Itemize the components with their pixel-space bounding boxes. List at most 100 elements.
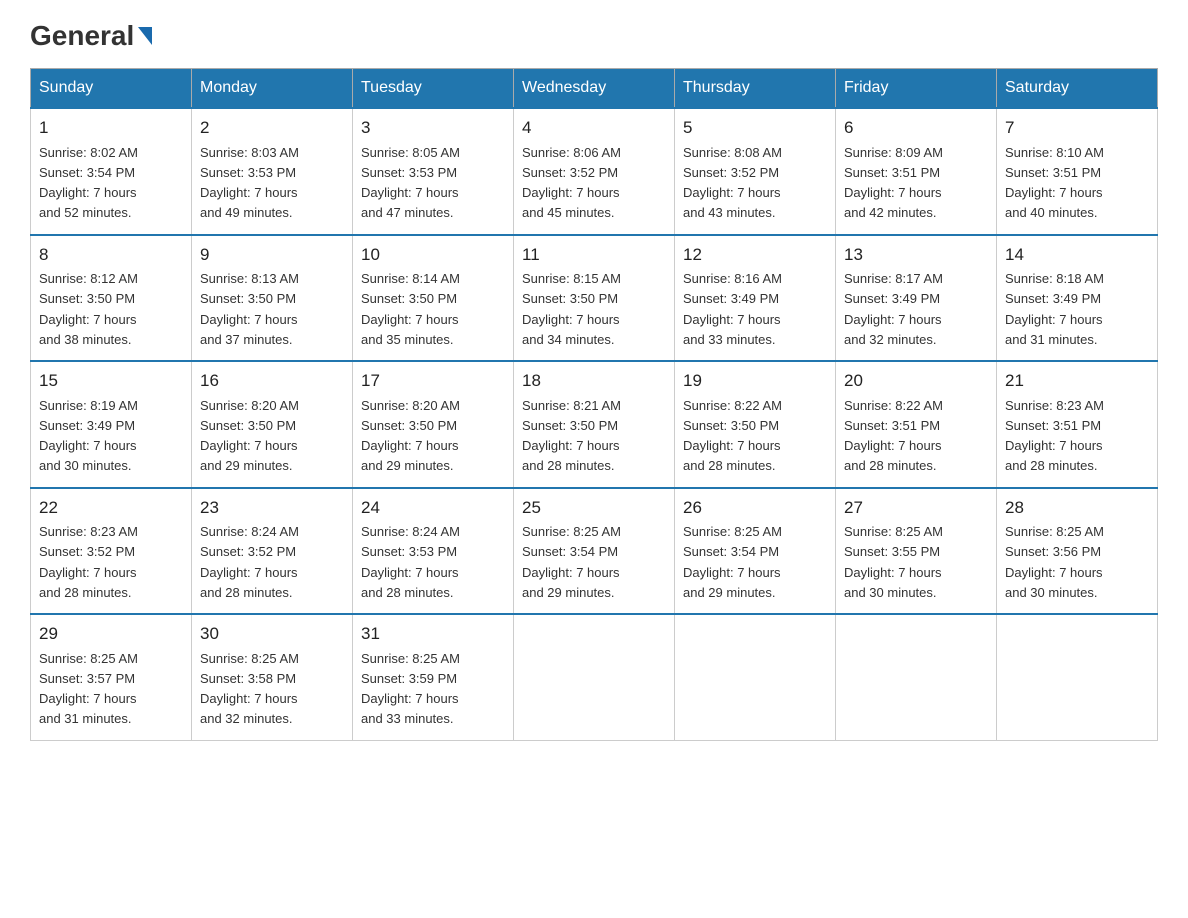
day-number: 13 — [844, 242, 988, 268]
day-info: Sunrise: 8:23 AMSunset: 3:51 PMDaylight:… — [1005, 398, 1104, 474]
day-info: Sunrise: 8:14 AMSunset: 3:50 PMDaylight:… — [361, 271, 460, 347]
calendar-cell — [514, 614, 675, 740]
day-number: 19 — [683, 368, 827, 394]
col-header-thursday: Thursday — [675, 69, 836, 109]
col-header-tuesday: Tuesday — [353, 69, 514, 109]
calendar-cell: 15 Sunrise: 8:19 AMSunset: 3:49 PMDaylig… — [31, 361, 192, 488]
col-header-saturday: Saturday — [997, 69, 1158, 109]
day-info: Sunrise: 8:25 AMSunset: 3:57 PMDaylight:… — [39, 651, 138, 727]
day-number: 22 — [39, 495, 183, 521]
calendar-cell: 3 Sunrise: 8:05 AMSunset: 3:53 PMDayligh… — [353, 108, 514, 235]
calendar-week-row: 8 Sunrise: 8:12 AMSunset: 3:50 PMDayligh… — [31, 235, 1158, 362]
calendar-cell: 6 Sunrise: 8:09 AMSunset: 3:51 PMDayligh… — [836, 108, 997, 235]
calendar-cell: 12 Sunrise: 8:16 AMSunset: 3:49 PMDaylig… — [675, 235, 836, 362]
col-header-sunday: Sunday — [31, 69, 192, 109]
day-number: 1 — [39, 115, 183, 141]
calendar-cell: 22 Sunrise: 8:23 AMSunset: 3:52 PMDaylig… — [31, 488, 192, 615]
day-number: 5 — [683, 115, 827, 141]
day-info: Sunrise: 8:25 AMSunset: 3:54 PMDaylight:… — [522, 524, 621, 600]
day-number: 25 — [522, 495, 666, 521]
calendar-cell — [675, 614, 836, 740]
day-number: 14 — [1005, 242, 1149, 268]
day-info: Sunrise: 8:24 AMSunset: 3:52 PMDaylight:… — [200, 524, 299, 600]
day-info: Sunrise: 8:15 AMSunset: 3:50 PMDaylight:… — [522, 271, 621, 347]
day-number: 31 — [361, 621, 505, 647]
day-info: Sunrise: 8:08 AMSunset: 3:52 PMDaylight:… — [683, 145, 782, 221]
day-info: Sunrise: 8:10 AMSunset: 3:51 PMDaylight:… — [1005, 145, 1104, 221]
calendar-cell: 19 Sunrise: 8:22 AMSunset: 3:50 PMDaylig… — [675, 361, 836, 488]
day-info: Sunrise: 8:20 AMSunset: 3:50 PMDaylight:… — [200, 398, 299, 474]
day-number: 6 — [844, 115, 988, 141]
calendar-cell: 29 Sunrise: 8:25 AMSunset: 3:57 PMDaylig… — [31, 614, 192, 740]
day-number: 26 — [683, 495, 827, 521]
day-info: Sunrise: 8:17 AMSunset: 3:49 PMDaylight:… — [844, 271, 943, 347]
day-number: 11 — [522, 242, 666, 268]
calendar-cell: 7 Sunrise: 8:10 AMSunset: 3:51 PMDayligh… — [997, 108, 1158, 235]
day-info: Sunrise: 8:18 AMSunset: 3:49 PMDaylight:… — [1005, 271, 1104, 347]
calendar-cell: 14 Sunrise: 8:18 AMSunset: 3:49 PMDaylig… — [997, 235, 1158, 362]
calendar-cell: 27 Sunrise: 8:25 AMSunset: 3:55 PMDaylig… — [836, 488, 997, 615]
day-info: Sunrise: 8:25 AMSunset: 3:55 PMDaylight:… — [844, 524, 943, 600]
day-info: Sunrise: 8:06 AMSunset: 3:52 PMDaylight:… — [522, 145, 621, 221]
day-number: 4 — [522, 115, 666, 141]
day-number: 12 — [683, 242, 827, 268]
day-info: Sunrise: 8:03 AMSunset: 3:53 PMDaylight:… — [200, 145, 299, 221]
day-info: Sunrise: 8:09 AMSunset: 3:51 PMDaylight:… — [844, 145, 943, 221]
calendar-cell: 25 Sunrise: 8:25 AMSunset: 3:54 PMDaylig… — [514, 488, 675, 615]
calendar-cell: 30 Sunrise: 8:25 AMSunset: 3:58 PMDaylig… — [192, 614, 353, 740]
calendar-cell — [997, 614, 1158, 740]
calendar-cell: 20 Sunrise: 8:22 AMSunset: 3:51 PMDaylig… — [836, 361, 997, 488]
day-info: Sunrise: 8:25 AMSunset: 3:59 PMDaylight:… — [361, 651, 460, 727]
day-info: Sunrise: 8:20 AMSunset: 3:50 PMDaylight:… — [361, 398, 460, 474]
day-number: 10 — [361, 242, 505, 268]
day-info: Sunrise: 8:25 AMSunset: 3:58 PMDaylight:… — [200, 651, 299, 727]
day-info: Sunrise: 8:12 AMSunset: 3:50 PMDaylight:… — [39, 271, 138, 347]
day-number: 23 — [200, 495, 344, 521]
calendar-week-row: 22 Sunrise: 8:23 AMSunset: 3:52 PMDaylig… — [31, 488, 1158, 615]
calendar-body: 1 Sunrise: 8:02 AMSunset: 3:54 PMDayligh… — [31, 108, 1158, 740]
day-info: Sunrise: 8:13 AMSunset: 3:50 PMDaylight:… — [200, 271, 299, 347]
col-header-wednesday: Wednesday — [514, 69, 675, 109]
day-info: Sunrise: 8:21 AMSunset: 3:50 PMDaylight:… — [522, 398, 621, 474]
day-number: 9 — [200, 242, 344, 268]
day-info: Sunrise: 8:02 AMSunset: 3:54 PMDaylight:… — [39, 145, 138, 221]
day-number: 29 — [39, 621, 183, 647]
calendar-cell: 21 Sunrise: 8:23 AMSunset: 3:51 PMDaylig… — [997, 361, 1158, 488]
day-info: Sunrise: 8:25 AMSunset: 3:56 PMDaylight:… — [1005, 524, 1104, 600]
calendar-cell: 16 Sunrise: 8:20 AMSunset: 3:50 PMDaylig… — [192, 361, 353, 488]
calendar-cell: 13 Sunrise: 8:17 AMSunset: 3:49 PMDaylig… — [836, 235, 997, 362]
calendar-cell: 10 Sunrise: 8:14 AMSunset: 3:50 PMDaylig… — [353, 235, 514, 362]
day-number: 2 — [200, 115, 344, 141]
calendar-cell — [836, 614, 997, 740]
calendar-cell: 17 Sunrise: 8:20 AMSunset: 3:50 PMDaylig… — [353, 361, 514, 488]
day-info: Sunrise: 8:19 AMSunset: 3:49 PMDaylight:… — [39, 398, 138, 474]
logo-general-text: General — [30, 20, 152, 52]
day-number: 20 — [844, 368, 988, 394]
col-header-monday: Monday — [192, 69, 353, 109]
calendar-cell: 23 Sunrise: 8:24 AMSunset: 3:52 PMDaylig… — [192, 488, 353, 615]
day-number: 27 — [844, 495, 988, 521]
col-header-friday: Friday — [836, 69, 997, 109]
calendar-cell: 11 Sunrise: 8:15 AMSunset: 3:50 PMDaylig… — [514, 235, 675, 362]
day-info: Sunrise: 8:25 AMSunset: 3:54 PMDaylight:… — [683, 524, 782, 600]
day-number: 15 — [39, 368, 183, 394]
calendar-cell: 26 Sunrise: 8:25 AMSunset: 3:54 PMDaylig… — [675, 488, 836, 615]
day-number: 3 — [361, 115, 505, 141]
day-number: 8 — [39, 242, 183, 268]
calendar-cell: 1 Sunrise: 8:02 AMSunset: 3:54 PMDayligh… — [31, 108, 192, 235]
page-header: General — [30, 20, 1158, 48]
day-number: 18 — [522, 368, 666, 394]
calendar-header-row: SundayMondayTuesdayWednesdayThursdayFrid… — [31, 69, 1158, 109]
calendar-week-row: 1 Sunrise: 8:02 AMSunset: 3:54 PMDayligh… — [31, 108, 1158, 235]
day-info: Sunrise: 8:05 AMSunset: 3:53 PMDaylight:… — [361, 145, 460, 221]
calendar-table: SundayMondayTuesdayWednesdayThursdayFrid… — [30, 68, 1158, 741]
logo-triangle-icon — [138, 27, 152, 45]
calendar-cell: 31 Sunrise: 8:25 AMSunset: 3:59 PMDaylig… — [353, 614, 514, 740]
day-number: 30 — [200, 621, 344, 647]
day-info: Sunrise: 8:22 AMSunset: 3:51 PMDaylight:… — [844, 398, 943, 474]
calendar-cell: 4 Sunrise: 8:06 AMSunset: 3:52 PMDayligh… — [514, 108, 675, 235]
day-info: Sunrise: 8:22 AMSunset: 3:50 PMDaylight:… — [683, 398, 782, 474]
day-number: 17 — [361, 368, 505, 394]
calendar-cell: 24 Sunrise: 8:24 AMSunset: 3:53 PMDaylig… — [353, 488, 514, 615]
calendar-cell: 2 Sunrise: 8:03 AMSunset: 3:53 PMDayligh… — [192, 108, 353, 235]
